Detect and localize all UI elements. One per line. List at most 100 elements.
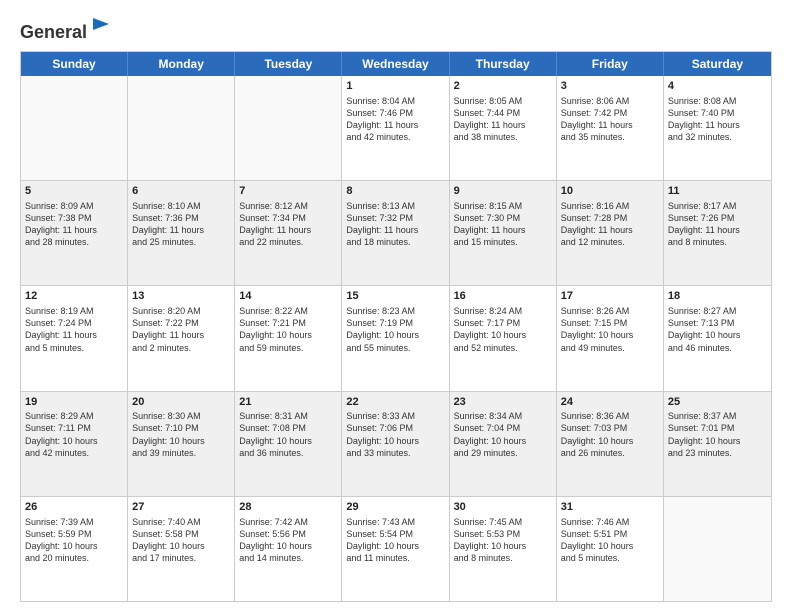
calendar-cell: 20Sunrise: 8:30 AM Sunset: 7:10 PM Dayli… xyxy=(128,392,235,496)
cell-info: Sunrise: 8:30 AM Sunset: 7:10 PM Dayligh… xyxy=(132,410,230,459)
day-number: 22 xyxy=(346,395,444,410)
day-number: 13 xyxy=(132,289,230,304)
day-number: 12 xyxy=(25,289,123,304)
calendar-cell: 16Sunrise: 8:24 AM Sunset: 7:17 PM Dayli… xyxy=(450,286,557,390)
page: General SundayMondayTuesdayWednesdayThur… xyxy=(0,0,792,612)
day-number: 11 xyxy=(668,184,767,199)
cell-info: Sunrise: 8:13 AM Sunset: 7:32 PM Dayligh… xyxy=(346,200,444,249)
day-number: 9 xyxy=(454,184,552,199)
cell-info: Sunrise: 8:20 AM Sunset: 7:22 PM Dayligh… xyxy=(132,305,230,354)
cell-info: Sunrise: 8:16 AM Sunset: 7:28 PM Dayligh… xyxy=(561,200,659,249)
day-header-wednesday: Wednesday xyxy=(342,52,449,76)
day-number: 16 xyxy=(454,289,552,304)
calendar-cell: 18Sunrise: 8:27 AM Sunset: 7:13 PM Dayli… xyxy=(664,286,771,390)
calendar-cell: 24Sunrise: 8:36 AM Sunset: 7:03 PM Dayli… xyxy=(557,392,664,496)
calendar-cell: 17Sunrise: 8:26 AM Sunset: 7:15 PM Dayli… xyxy=(557,286,664,390)
cell-info: Sunrise: 8:05 AM Sunset: 7:44 PM Dayligh… xyxy=(454,95,552,144)
calendar-cell: 8Sunrise: 8:13 AM Sunset: 7:32 PM Daylig… xyxy=(342,181,449,285)
day-number: 15 xyxy=(346,289,444,304)
calendar-cell: 2Sunrise: 8:05 AM Sunset: 7:44 PM Daylig… xyxy=(450,76,557,180)
day-number: 3 xyxy=(561,79,659,94)
calendar-cell: 28Sunrise: 7:42 AM Sunset: 5:56 PM Dayli… xyxy=(235,497,342,601)
day-number: 6 xyxy=(132,184,230,199)
logo-general: General xyxy=(20,22,87,42)
cell-info: Sunrise: 7:46 AM Sunset: 5:51 PM Dayligh… xyxy=(561,516,659,565)
cell-info: Sunrise: 8:33 AM Sunset: 7:06 PM Dayligh… xyxy=(346,410,444,459)
calendar-cell xyxy=(235,76,342,180)
calendar-cell: 9Sunrise: 8:15 AM Sunset: 7:30 PM Daylig… xyxy=(450,181,557,285)
calendar-cell: 29Sunrise: 7:43 AM Sunset: 5:54 PM Dayli… xyxy=(342,497,449,601)
calendar-cell: 14Sunrise: 8:22 AM Sunset: 7:21 PM Dayli… xyxy=(235,286,342,390)
day-number: 1 xyxy=(346,79,444,94)
cell-info: Sunrise: 8:24 AM Sunset: 7:17 PM Dayligh… xyxy=(454,305,552,354)
calendar-cell: 30Sunrise: 7:45 AM Sunset: 5:53 PM Dayli… xyxy=(450,497,557,601)
cell-info: Sunrise: 8:15 AM Sunset: 7:30 PM Dayligh… xyxy=(454,200,552,249)
day-number: 17 xyxy=(561,289,659,304)
cell-info: Sunrise: 8:10 AM Sunset: 7:36 PM Dayligh… xyxy=(132,200,230,249)
day-number: 19 xyxy=(25,395,123,410)
calendar-cell xyxy=(664,497,771,601)
cell-info: Sunrise: 8:04 AM Sunset: 7:46 PM Dayligh… xyxy=(346,95,444,144)
day-number: 14 xyxy=(239,289,337,304)
cell-info: Sunrise: 8:27 AM Sunset: 7:13 PM Dayligh… xyxy=(668,305,767,354)
logo-text: General xyxy=(20,16,111,43)
calendar-cell: 27Sunrise: 7:40 AM Sunset: 5:58 PM Dayli… xyxy=(128,497,235,601)
cell-info: Sunrise: 8:23 AM Sunset: 7:19 PM Dayligh… xyxy=(346,305,444,354)
cell-info: Sunrise: 8:36 AM Sunset: 7:03 PM Dayligh… xyxy=(561,410,659,459)
day-header-sunday: Sunday xyxy=(21,52,128,76)
logo: General xyxy=(20,16,111,43)
calendar-cell: 15Sunrise: 8:23 AM Sunset: 7:19 PM Dayli… xyxy=(342,286,449,390)
cell-info: Sunrise: 7:39 AM Sunset: 5:59 PM Dayligh… xyxy=(25,516,123,565)
calendar-cell: 19Sunrise: 8:29 AM Sunset: 7:11 PM Dayli… xyxy=(21,392,128,496)
calendar-cell: 21Sunrise: 8:31 AM Sunset: 7:08 PM Dayli… xyxy=(235,392,342,496)
calendar-cell: 5Sunrise: 8:09 AM Sunset: 7:38 PM Daylig… xyxy=(21,181,128,285)
cell-info: Sunrise: 8:26 AM Sunset: 7:15 PM Dayligh… xyxy=(561,305,659,354)
header: General xyxy=(20,16,772,43)
day-number: 18 xyxy=(668,289,767,304)
cell-info: Sunrise: 8:31 AM Sunset: 7:08 PM Dayligh… xyxy=(239,410,337,459)
day-number: 23 xyxy=(454,395,552,410)
calendar-cell: 13Sunrise: 8:20 AM Sunset: 7:22 PM Dayli… xyxy=(128,286,235,390)
calendar-cell: 12Sunrise: 8:19 AM Sunset: 7:24 PM Dayli… xyxy=(21,286,128,390)
calendar: SundayMondayTuesdayWednesdayThursdayFrid… xyxy=(20,51,772,602)
day-number: 5 xyxy=(25,184,123,199)
calendar-row-3: 19Sunrise: 8:29 AM Sunset: 7:11 PM Dayli… xyxy=(21,391,771,496)
day-number: 26 xyxy=(25,500,123,515)
cell-info: Sunrise: 8:08 AM Sunset: 7:40 PM Dayligh… xyxy=(668,95,767,144)
cell-info: Sunrise: 8:29 AM Sunset: 7:11 PM Dayligh… xyxy=(25,410,123,459)
calendar-body: 1Sunrise: 8:04 AM Sunset: 7:46 PM Daylig… xyxy=(21,76,771,601)
calendar-row-2: 12Sunrise: 8:19 AM Sunset: 7:24 PM Dayli… xyxy=(21,285,771,390)
day-number: 2 xyxy=(454,79,552,94)
calendar-cell: 6Sunrise: 8:10 AM Sunset: 7:36 PM Daylig… xyxy=(128,181,235,285)
day-header-tuesday: Tuesday xyxy=(235,52,342,76)
calendar-cell: 3Sunrise: 8:06 AM Sunset: 7:42 PM Daylig… xyxy=(557,76,664,180)
cell-info: Sunrise: 8:19 AM Sunset: 7:24 PM Dayligh… xyxy=(25,305,123,354)
day-header-thursday: Thursday xyxy=(450,52,557,76)
cell-info: Sunrise: 8:06 AM Sunset: 7:42 PM Dayligh… xyxy=(561,95,659,144)
cell-info: Sunrise: 8:12 AM Sunset: 7:34 PM Dayligh… xyxy=(239,200,337,249)
cell-info: Sunrise: 8:22 AM Sunset: 7:21 PM Dayligh… xyxy=(239,305,337,354)
day-number: 24 xyxy=(561,395,659,410)
cell-info: Sunrise: 7:45 AM Sunset: 5:53 PM Dayligh… xyxy=(454,516,552,565)
cell-info: Sunrise: 8:09 AM Sunset: 7:38 PM Dayligh… xyxy=(25,200,123,249)
calendar-cell: 31Sunrise: 7:46 AM Sunset: 5:51 PM Dayli… xyxy=(557,497,664,601)
calendar-cell: 4Sunrise: 8:08 AM Sunset: 7:40 PM Daylig… xyxy=(664,76,771,180)
day-header-friday: Friday xyxy=(557,52,664,76)
cell-info: Sunrise: 7:42 AM Sunset: 5:56 PM Dayligh… xyxy=(239,516,337,565)
calendar-row-4: 26Sunrise: 7:39 AM Sunset: 5:59 PM Dayli… xyxy=(21,496,771,601)
day-number: 29 xyxy=(346,500,444,515)
cell-info: Sunrise: 8:37 AM Sunset: 7:01 PM Dayligh… xyxy=(668,410,767,459)
calendar-cell: 22Sunrise: 8:33 AM Sunset: 7:06 PM Dayli… xyxy=(342,392,449,496)
calendar-cell xyxy=(128,76,235,180)
day-number: 4 xyxy=(668,79,767,94)
calendar-cell: 23Sunrise: 8:34 AM Sunset: 7:04 PM Dayli… xyxy=(450,392,557,496)
calendar-row-1: 5Sunrise: 8:09 AM Sunset: 7:38 PM Daylig… xyxy=(21,180,771,285)
calendar-row-0: 1Sunrise: 8:04 AM Sunset: 7:46 PM Daylig… xyxy=(21,76,771,180)
day-header-monday: Monday xyxy=(128,52,235,76)
day-number: 8 xyxy=(346,184,444,199)
day-number: 21 xyxy=(239,395,337,410)
calendar-cell: 7Sunrise: 8:12 AM Sunset: 7:34 PM Daylig… xyxy=(235,181,342,285)
day-number: 25 xyxy=(668,395,767,410)
cell-info: Sunrise: 7:40 AM Sunset: 5:58 PM Dayligh… xyxy=(132,516,230,565)
cell-info: Sunrise: 7:43 AM Sunset: 5:54 PM Dayligh… xyxy=(346,516,444,565)
